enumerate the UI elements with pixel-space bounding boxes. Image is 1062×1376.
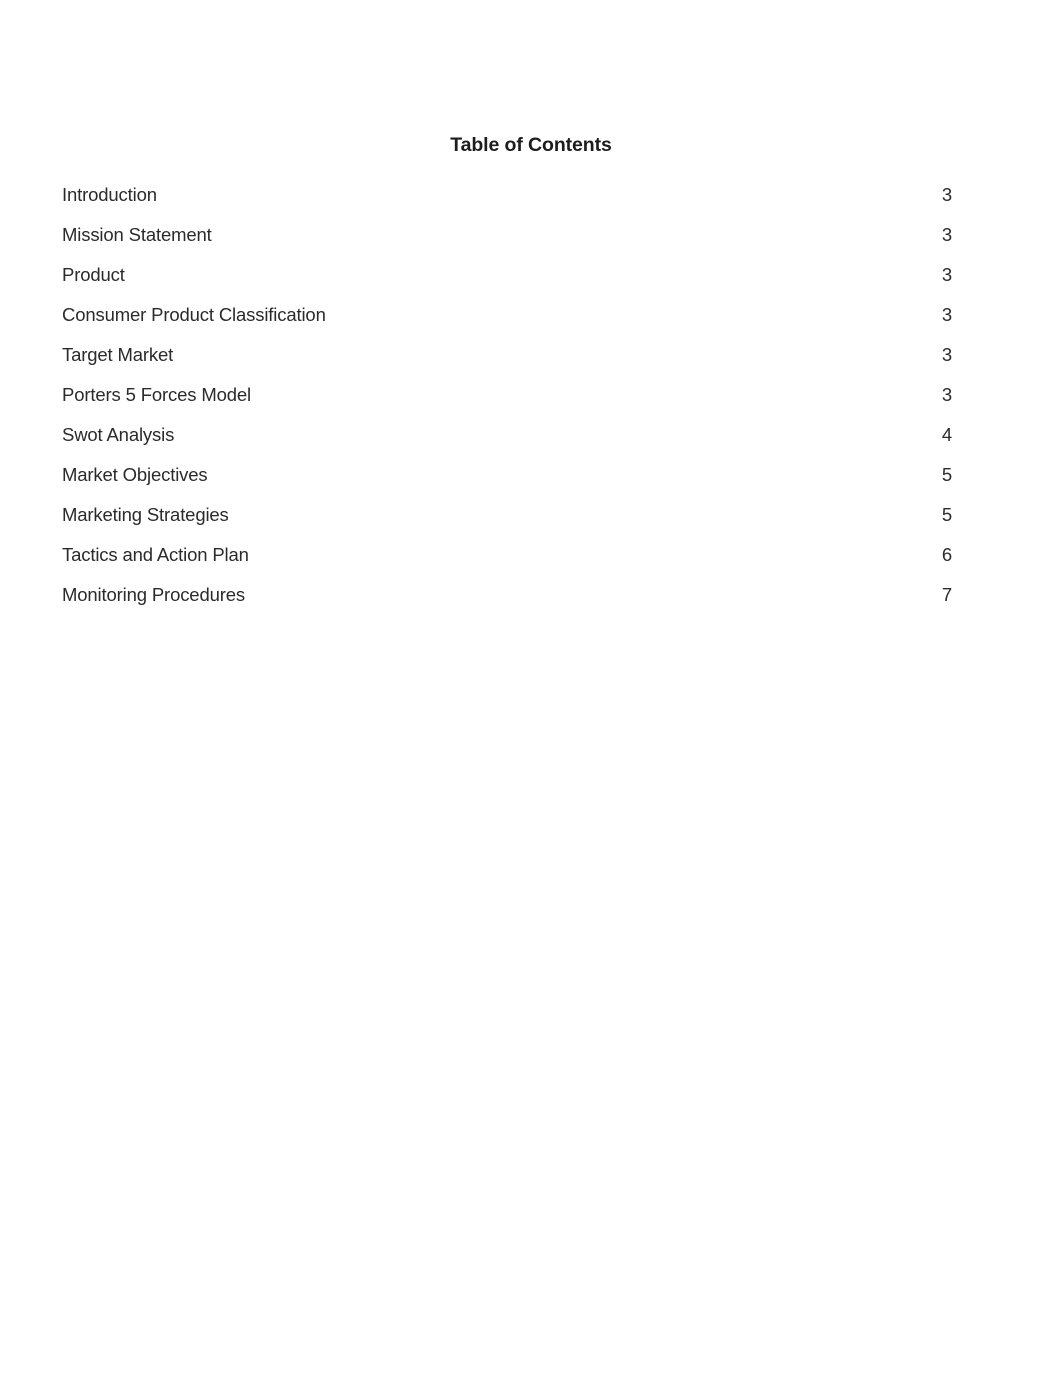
toc-entry-page-number: 5 bbox=[941, 504, 952, 525]
toc-entry-title: Market Objectives bbox=[62, 464, 208, 485]
toc-entry-title: Mission Statement bbox=[62, 224, 212, 245]
toc-entry-page-number: 3 bbox=[941, 224, 952, 245]
toc-entry[interactable]: Marketing Strategies 5 bbox=[62, 495, 952, 535]
toc-entry-page-number: 5 bbox=[941, 464, 952, 485]
toc-entry[interactable]: Target Market 3 bbox=[62, 335, 952, 375]
toc-entry-title: Monitoring Procedures bbox=[62, 584, 245, 605]
toc-entry[interactable]: Mission Statement 3 bbox=[62, 215, 952, 255]
page-title: Table of Contents bbox=[450, 134, 612, 156]
document-page: Table of Contents Introduction 3 Mission… bbox=[0, 0, 1062, 1376]
toc-entry-page-number: 3 bbox=[941, 344, 952, 365]
toc-entry[interactable]: Monitoring Procedures 7 bbox=[62, 575, 952, 615]
toc-entry-page-number: 3 bbox=[941, 264, 952, 285]
toc-entry-page-number: 3 bbox=[941, 184, 952, 205]
toc-entry[interactable]: Consumer Product Classification 3 bbox=[62, 295, 952, 335]
toc-entry-title: Marketing Strategies bbox=[62, 504, 229, 525]
toc-entry-title: Introduction bbox=[62, 184, 157, 205]
toc-entry[interactable]: Product 3 bbox=[62, 255, 952, 295]
toc-entry[interactable]: Market Objectives 5 bbox=[62, 455, 952, 495]
toc-entry[interactable]: Swot Analysis 4 bbox=[62, 415, 952, 455]
toc-entry-page-number: 3 bbox=[941, 304, 952, 325]
toc-entry-title: Target Market bbox=[62, 344, 174, 365]
toc-entry-title: Porters 5 Forces Model bbox=[62, 384, 251, 405]
toc-entry-page-number: 6 bbox=[941, 544, 952, 565]
toc-entry[interactable]: Introduction 3 bbox=[62, 175, 952, 215]
toc-entry-page-number: 7 bbox=[941, 584, 952, 605]
table-of-contents-list: Introduction 3 Mission Statement 3 Produ… bbox=[62, 175, 952, 615]
toc-entry-title: Tactics and Action Plan bbox=[62, 544, 249, 565]
toc-entry[interactable]: Tactics and Action Plan 6 bbox=[62, 535, 952, 575]
toc-entry-page-number: 4 bbox=[941, 424, 952, 445]
toc-entry[interactable]: Porters 5 Forces Model 3 bbox=[62, 375, 952, 415]
toc-entry-page-number: 3 bbox=[941, 384, 952, 405]
toc-entry-title: Product bbox=[62, 264, 125, 285]
toc-entry-title: Consumer Product Classification bbox=[62, 304, 326, 325]
toc-entry-title: Swot Analysis bbox=[62, 424, 175, 445]
